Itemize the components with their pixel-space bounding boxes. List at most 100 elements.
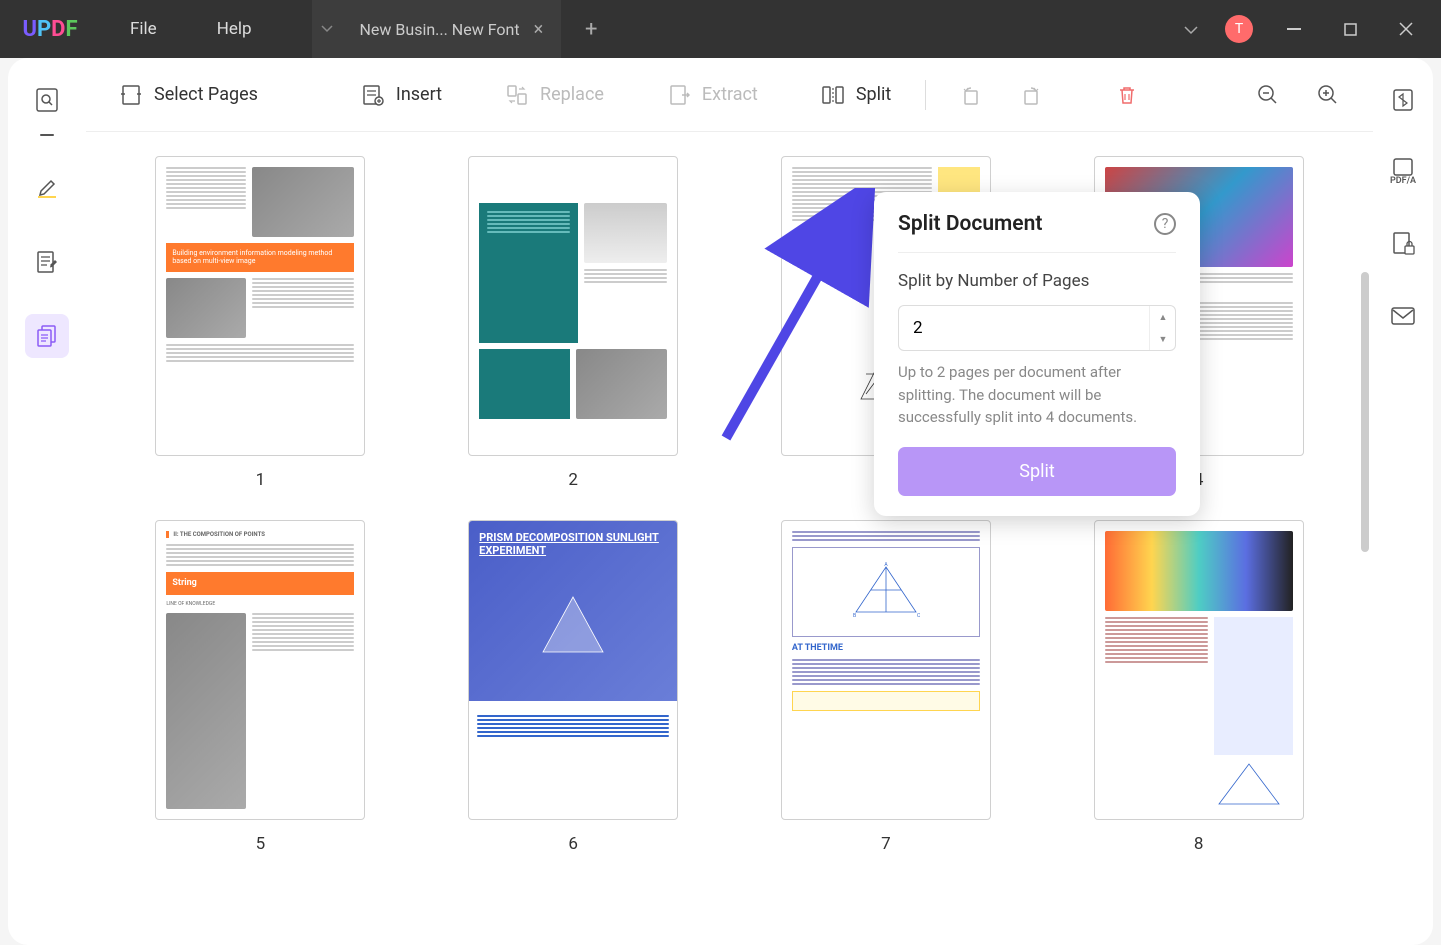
split-popup: Split Document ? Split by Number of Page… <box>874 192 1200 516</box>
page-number: 1 <box>256 470 266 490</box>
split-submit-button[interactable]: Split <box>898 447 1176 496</box>
page-thumbnail[interactable] <box>1094 520 1304 820</box>
replace-icon <box>506 84 528 106</box>
rotate-right-icon <box>1020 84 1042 106</box>
svg-text:C: C <box>917 613 921 619</box>
thumb-highlight: String <box>166 572 354 595</box>
delete-button[interactable] <box>1100 74 1154 116</box>
page-thumbnail[interactable]: Building environment information modelin… <box>155 156 365 456</box>
convert-button[interactable] <box>1385 82 1421 118</box>
select-pages-label: Select Pages <box>154 84 258 105</box>
pages-icon <box>34 323 60 349</box>
zoom-in-icon <box>1317 84 1339 106</box>
maximize-button[interactable] <box>1335 14 1365 44</box>
page-thumbnail[interactable]: ABC AT THETIME <box>781 520 991 820</box>
tab-title: New Busin... New Font <box>360 20 520 39</box>
popup-title: Split Document <box>898 212 1042 236</box>
stepper-down[interactable]: ▼ <box>1150 328 1176 350</box>
pdfa-icon <box>1391 158 1415 176</box>
zoom-out-button[interactable] <box>1241 74 1295 116</box>
minimize-button[interactable] <box>1279 14 1309 44</box>
replace-button[interactable]: Replace <box>490 74 620 116</box>
edit-mode-button[interactable] <box>25 240 69 284</box>
highlighter-icon <box>34 175 60 201</box>
protect-button[interactable] <box>1385 226 1421 262</box>
page-thumbnail[interactable] <box>468 156 678 456</box>
zoom-in-button[interactable] <box>1301 74 1355 116</box>
page-thumbnail-item: PRISM DECOMPOSITION SUNLIGHT EXPERIMENT … <box>429 520 718 854</box>
maximize-icon <box>1344 23 1357 36</box>
zoom-out-icon <box>1257 84 1279 106</box>
page-number: 5 <box>256 834 266 854</box>
split-button[interactable]: Split <box>806 74 907 116</box>
select-pages-button[interactable]: Select Pages <box>104 74 274 116</box>
svg-text:B: B <box>853 613 856 619</box>
split-icon <box>822 84 844 106</box>
popup-hint: Up to 2 pages per document after splitti… <box>898 361 1176 429</box>
toolbar-divider <box>925 80 926 110</box>
page-thumbnail-item: 8 <box>1054 520 1343 854</box>
reader-mode-button[interactable] <box>25 78 69 122</box>
app-logo: UPDF <box>0 17 100 42</box>
thumb-heading: AT THETIME <box>792 643 980 653</box>
content-area: Select Pages Insert Replace Extract Spli… <box>86 58 1373 945</box>
organize-toolbar: Select Pages Insert Replace Extract Spli… <box>86 58 1373 132</box>
close-icon <box>1399 22 1413 36</box>
page-number: 7 <box>881 834 891 854</box>
tab-list-dropdown[interactable] <box>312 0 342 58</box>
page-thumbnail[interactable]: II: THE COMPOSITION OF POINTS String LIN… <box>155 520 365 820</box>
right-sidebar: PDF/A <box>1373 58 1433 945</box>
minimize-icon <box>1287 28 1301 30</box>
rotate-right-button[interactable] <box>1004 74 1058 116</box>
organize-pages-button[interactable] <box>25 314 69 358</box>
split-pages-input[interactable] <box>899 306 1149 350</box>
extract-icon <box>668 84 690 106</box>
page-thumbnail-item: Building environment information modelin… <box>116 156 405 490</box>
magnifier-page-icon <box>34 87 60 113</box>
chevron-down-icon <box>1183 25 1199 35</box>
insert-label: Insert <box>396 84 442 105</box>
extract-button[interactable]: Extract <box>652 74 774 116</box>
document-tab[interactable]: New Busin... New Font × <box>342 0 562 58</box>
window-controls: T <box>1183 14 1441 44</box>
page-number: 8 <box>1194 834 1204 854</box>
thumb-sub: II: THE COMPOSITION OF POINTS <box>166 531 354 538</box>
insert-button[interactable]: Insert <box>346 74 458 116</box>
menu-file[interactable]: File <box>100 19 187 39</box>
close-tab-button[interactable]: × <box>534 19 544 40</box>
page-thumbnail-item: ABC AT THETIME 7 <box>742 520 1031 854</box>
extract-label: Extract <box>702 84 758 105</box>
envelope-icon <box>1390 306 1416 326</box>
split-label: Split <box>856 84 891 105</box>
page-thumbnail[interactable]: PRISM DECOMPOSITION SUNLIGHT EXPERIMENT <box>468 520 678 820</box>
scrollbar[interactable] <box>1361 272 1369 552</box>
insert-icon <box>362 84 384 106</box>
close-button[interactable] <box>1391 14 1421 44</box>
stepper-up[interactable]: ▲ <box>1150 306 1176 328</box>
lock-page-icon <box>1390 231 1416 257</box>
edit-page-icon <box>34 249 60 275</box>
page-thumbnail-item: 2 <box>429 156 718 490</box>
rotate-left-icon <box>960 84 982 106</box>
add-tab-button[interactable]: + <box>571 17 611 42</box>
thumb-title: PRISM DECOMPOSITION SUNLIGHT EXPERIMENT <box>479 531 667 557</box>
page-thumbnail-item: II: THE COMPOSITION OF POINTS String LIN… <box>116 520 405 854</box>
comment-mode-button[interactable] <box>25 166 69 210</box>
page-number: 6 <box>568 834 578 854</box>
rotate-left-button[interactable] <box>944 74 998 116</box>
share-button[interactable] <box>1385 298 1421 334</box>
popup-help-button[interactable]: ? <box>1154 213 1176 235</box>
user-avatar[interactable]: T <box>1225 15 1253 43</box>
thumb-highlight: Building environment information modelin… <box>166 243 354 272</box>
tab-group: New Busin... New Font × + <box>312 0 612 58</box>
page-number: 2 <box>568 470 578 490</box>
menu-help[interactable]: Help <box>187 19 282 39</box>
titlebar: UPDF File Help New Busin... New Font × +… <box>0 0 1441 58</box>
app-dropdown[interactable] <box>1183 20 1199 39</box>
sidebar-divider <box>40 134 54 136</box>
convert-icon <box>1390 87 1416 113</box>
pdfa-button[interactable]: PDF/A <box>1385 154 1421 190</box>
chevron-down-icon <box>321 25 333 33</box>
popup-field-label: Split by Number of Pages <box>898 271 1176 291</box>
split-pages-input-wrap: ▲ ▼ <box>898 305 1176 351</box>
